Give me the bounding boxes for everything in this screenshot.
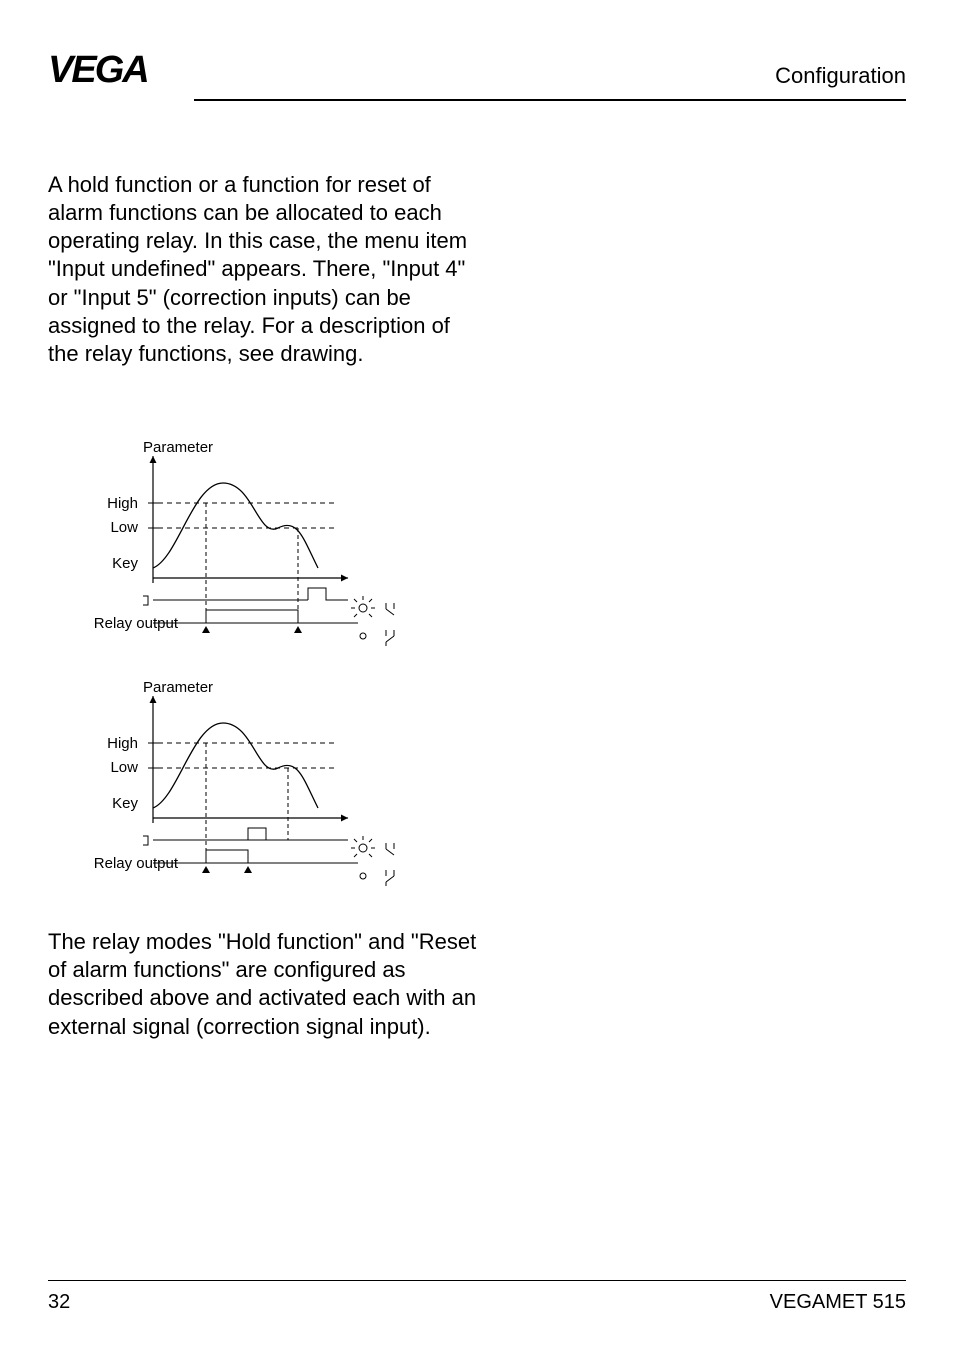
relay-symbol-bottom-2 [386,870,394,886]
light-on-icon [351,596,375,620]
vega-logo: VEGA [48,48,176,101]
key-pulse-1 [143,588,348,605]
label-parameter-1: Parameter [143,439,213,456]
page-number: 32 [48,1291,70,1314]
footer-rule [48,1280,906,1281]
label-relay-2: Relay output [94,855,179,872]
svg-text:VEGA: VEGA [48,49,148,88]
label-parameter-2: Parameter [143,679,213,696]
paragraph-2: The relay modes "Hold function" and "Res… [48,928,478,1041]
label-key-2: Key [112,795,138,812]
label-relay-1: Relay output [94,615,179,632]
diagram-reset-function: Parameter High Low Key Relay output [48,678,906,898]
page-header: VEGA Configuration [48,48,906,101]
product-name: VEGAMET 515 [770,1291,906,1314]
light-off-icon-2 [360,873,366,879]
header-rule [194,99,906,101]
page-footer: 32 VEGAMET 515 [48,1280,906,1314]
relay-symbol-bottom [386,630,394,646]
label-key-1: Key [112,555,138,572]
paragraph-1: A hold function or a function for reset … [48,171,478,368]
relay-symbol-top-2 [386,843,394,855]
label-high-2: High [107,735,138,752]
light-on-icon-2 [351,836,375,857]
relay-symbol-top [386,603,394,615]
light-off-icon [360,633,366,639]
section-title: Configuration [775,63,906,89]
label-low-1: Low [110,519,138,536]
label-low-2: Low [110,759,138,776]
label-high-1: High [107,495,138,512]
diagram-hold-function: Parameter High Low Key Relay output [48,438,906,658]
